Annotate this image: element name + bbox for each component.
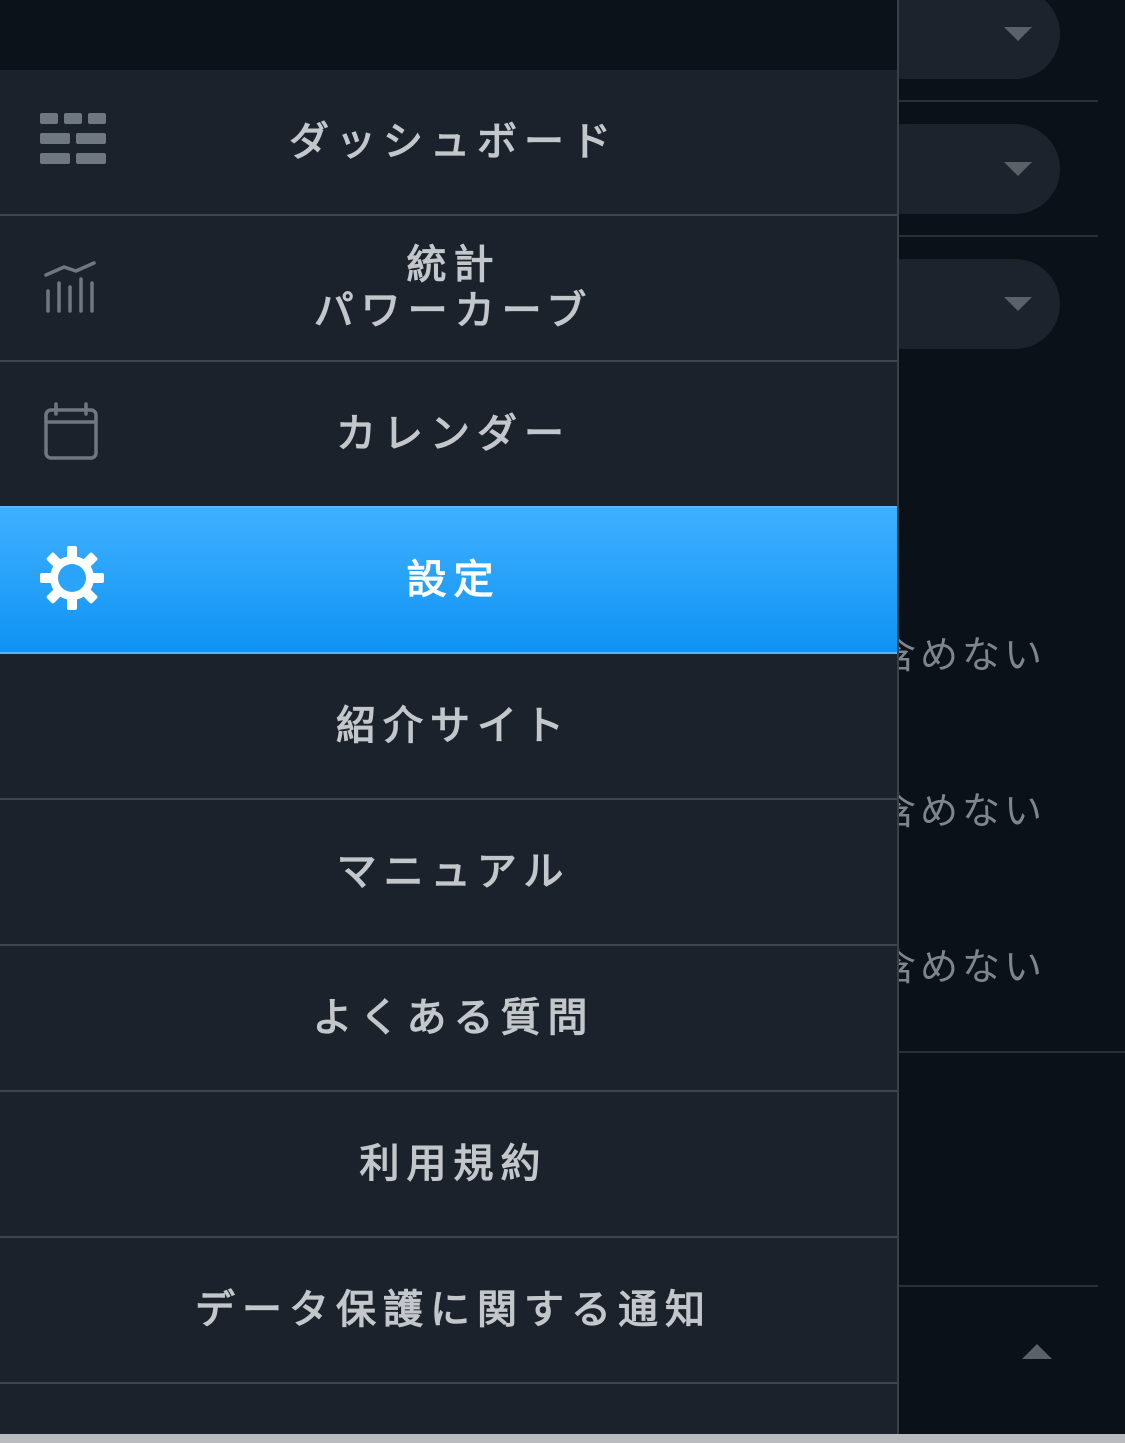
menu-item-calendar[interactable]: カレンダー	[0, 362, 897, 508]
menu-item-terms[interactable]: 利用規約	[0, 1092, 897, 1238]
chevron-down-icon	[1004, 297, 1032, 311]
bottom-bar	[0, 1434, 1125, 1443]
menu-item-label: 紹介サイト	[336, 703, 571, 749]
drawer-header	[0, 0, 897, 70]
menu-item-label-line2: パワーカーブ	[313, 288, 594, 334]
menu-item-faq[interactable]: よくある質問	[0, 946, 897, 1092]
menu-item-label: ダッシュボード	[289, 119, 618, 165]
menu-item-label: 利用規約	[359, 1141, 548, 1187]
chevron-down-icon	[1004, 27, 1032, 41]
menu-item-label: マニュアル	[336, 849, 571, 895]
menu-item-label: よくある質問	[312, 995, 595, 1041]
menu-item-data-protection[interactable]: データ保護に関する通知	[0, 1238, 897, 1384]
menu-item-manual[interactable]: マニュアル	[0, 800, 897, 946]
menu-item-label: 統計 パワーカーブ	[304, 242, 594, 334]
dashboard-grid-icon	[40, 113, 106, 171]
navigation-drawer: ダッシュボード 統計 パワーカーブ カレンダー 設定 紹介サイト マニュアル よ…	[0, 0, 899, 1434]
menu-item-statistics[interactable]: 統計 パワーカーブ	[0, 216, 897, 362]
divider	[898, 1285, 1098, 1287]
menu-item-referral-site[interactable]: 紹介サイト	[0, 654, 897, 800]
calendar-icon	[40, 402, 100, 466]
chevron-up-icon[interactable]	[1022, 1344, 1052, 1359]
divider	[898, 100, 1098, 102]
menu-item-dashboard[interactable]: ダッシュボード	[0, 70, 897, 216]
option-value[interactable]: 含めない	[878, 936, 1046, 991]
option-value[interactable]: 含めない	[878, 624, 1046, 679]
divider	[898, 235, 1098, 237]
gear-icon	[40, 546, 104, 614]
bar-chart-icon	[40, 257, 100, 319]
menu-item-label: 設定	[406, 557, 501, 603]
menu-item-label-line1: 統計	[406, 242, 501, 288]
menu-item-label: データ保護に関する通知	[195, 1287, 712, 1333]
chevron-down-icon	[1004, 162, 1032, 176]
divider	[898, 1051, 1125, 1053]
menu-item-label: カレンダー	[336, 411, 571, 457]
option-value[interactable]: 含めない	[878, 780, 1046, 835]
menu-item-settings[interactable]: 設定	[0, 506, 897, 654]
